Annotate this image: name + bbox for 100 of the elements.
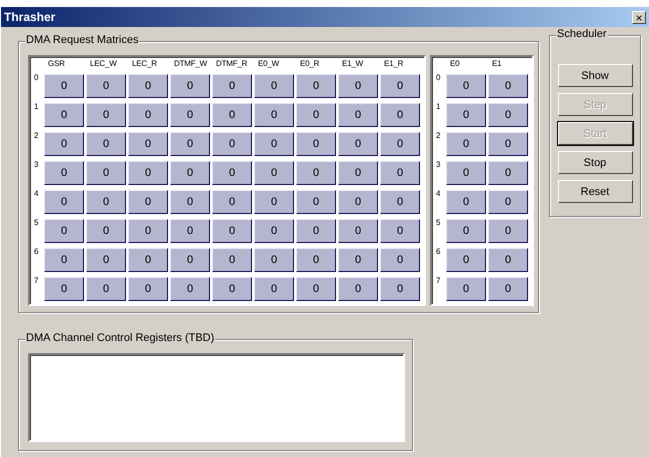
matrix-cell-button[interactable]: 0 [44, 74, 84, 98]
registers-text-area[interactable] [28, 353, 405, 442]
matrix-cell-button[interactable]: 0 [212, 190, 252, 214]
matrix-cell-button[interactable]: 0 [446, 190, 486, 214]
matrix-cell-button[interactable]: 0 [446, 74, 486, 98]
matrix-cell-button[interactable]: 0 [86, 248, 126, 272]
matrix-cell-button[interactable]: 0 [488, 219, 528, 243]
column-header: E0_W [257, 59, 280, 69]
matrix-cell-button[interactable]: 0 [254, 248, 294, 272]
matrix-cell-button[interactable]: 0 [446, 103, 486, 127]
matrix-cell-button[interactable]: 0 [44, 190, 84, 214]
matrix-cell-button[interactable]: 0 [338, 219, 378, 243]
matrix-cell-button[interactable]: 0 [254, 277, 294, 301]
matrix-cell-button[interactable]: 0 [128, 74, 168, 98]
matrix-cell-button[interactable]: 0 [488, 74, 528, 98]
matrix-cell-button[interactable]: 0 [254, 161, 294, 185]
matrix-cell-button[interactable]: 0 [170, 190, 210, 214]
matrix-cell-button[interactable]: 0 [212, 74, 252, 98]
matrix-cell-button[interactable]: 0 [44, 161, 84, 185]
matrix-cell-button[interactable]: 0 [44, 219, 84, 243]
matrix-cell-button[interactable]: 0 [488, 248, 528, 272]
matrix-cell-button[interactable]: 0 [128, 219, 168, 243]
matrix-cell-button[interactable]: 0 [212, 277, 252, 301]
matrix-cell-button[interactable]: 0 [212, 161, 252, 185]
matrix-cell-button[interactable]: 0 [296, 219, 336, 243]
matrix-cell-button[interactable]: 0 [170, 277, 210, 301]
matrix-cell-button[interactable]: 0 [338, 248, 378, 272]
matrix-cell-button[interactable]: 0 [86, 161, 126, 185]
matrix-cell-button[interactable]: 0 [488, 277, 528, 301]
close-button[interactable]: × [632, 10, 646, 24]
matrix-cell-button[interactable]: 0 [380, 277, 420, 301]
matrix-cell-button[interactable]: 0 [170, 248, 210, 272]
matrix-cell-button[interactable]: 0 [254, 190, 294, 214]
matrix-cell-button[interactable]: 0 [488, 103, 528, 127]
matrix-cell-button[interactable]: 0 [254, 103, 294, 127]
matrix-cell-button[interactable]: 0 [446, 277, 486, 301]
matrix-cell-button[interactable]: 0 [128, 277, 168, 301]
row-label: 4 [34, 190, 40, 198]
scheduler-button[interactable]: Show [558, 64, 632, 87]
matrix-cell-button[interactable]: 0 [44, 277, 84, 301]
matrix-cell-button[interactable]: 0 [338, 74, 378, 98]
window-title: Thrasher [4, 10, 56, 24]
matrix-cell-button[interactable]: 0 [86, 103, 126, 127]
matrix-cell-button[interactable]: 0 [446, 161, 486, 185]
matrix-cell-button[interactable]: 0 [380, 248, 420, 272]
matrix-cell-button[interactable]: 0 [380, 161, 420, 185]
row-label: 7 [436, 277, 442, 285]
matrix-cell-button[interactable]: 0 [488, 161, 528, 185]
matrix-cell-button[interactable]: 0 [170, 74, 210, 98]
matrix-cell-button[interactable]: 0 [446, 132, 486, 156]
column-header: E1_R [383, 59, 404, 69]
matrix-cell-button[interactable]: 0 [86, 190, 126, 214]
matrix-cell-button[interactable]: 0 [296, 190, 336, 214]
matrix-cell-button[interactable]: 0 [170, 103, 210, 127]
scheduler-button[interactable]: Reset [558, 180, 632, 203]
matrix-cell-button[interactable]: 0 [296, 132, 336, 156]
matrix-cell-button[interactable]: 0 [296, 74, 336, 98]
matrix-cell-button[interactable]: 0 [254, 74, 294, 98]
matrix-cell-button[interactable]: 0 [296, 248, 336, 272]
matrix-cell-button[interactable]: 0 [128, 103, 168, 127]
matrix-cell-button[interactable]: 0 [44, 103, 84, 127]
scheduler-button[interactable]: Stop [558, 151, 632, 174]
row-label: 6 [436, 248, 442, 256]
matrix-cell-button[interactable]: 0 [338, 277, 378, 301]
matrix-cell-button[interactable]: 0 [212, 248, 252, 272]
matrix-cell-button[interactable]: 0 [296, 161, 336, 185]
matrix-cell-button[interactable]: 0 [338, 190, 378, 214]
matrix-cell-button[interactable]: 0 [128, 248, 168, 272]
matrix-cell-button[interactable]: 0 [86, 74, 126, 98]
matrix-cell-button[interactable]: 0 [128, 132, 168, 156]
matrix-cell-button[interactable]: 0 [338, 132, 378, 156]
matrix-cell-button[interactable]: 0 [254, 132, 294, 156]
matrix-cell-button[interactable]: 0 [212, 132, 252, 156]
matrix-cell-button[interactable]: 0 [338, 103, 378, 127]
matrix-cell-button[interactable]: 0 [212, 103, 252, 127]
matrix-cell-button[interactable]: 0 [170, 219, 210, 243]
matrix-cell-button[interactable]: 0 [44, 248, 84, 272]
matrix-cell-button[interactable]: 0 [170, 132, 210, 156]
matrix-cell-button[interactable]: 0 [296, 277, 336, 301]
matrix-cell-button[interactable]: 0 [212, 219, 252, 243]
matrix-cell-button[interactable]: 0 [296, 103, 336, 127]
matrix-cell-button[interactable]: 0 [128, 161, 168, 185]
matrix-cell-button[interactable]: 0 [380, 219, 420, 243]
matrix-cell-button[interactable]: 0 [86, 219, 126, 243]
matrix-cell-button[interactable]: 0 [86, 277, 126, 301]
matrix-cell-button[interactable]: 0 [380, 132, 420, 156]
matrix-cell-button[interactable]: 0 [380, 190, 420, 214]
matrix-cell-button[interactable]: 0 [380, 103, 420, 127]
row-label: 1 [34, 103, 40, 111]
matrix-cell-button[interactable]: 0 [254, 219, 294, 243]
matrix-cell-button[interactable]: 0 [446, 219, 486, 243]
matrix-cell-button[interactable]: 0 [488, 190, 528, 214]
matrix-cell-button[interactable]: 0 [170, 161, 210, 185]
matrix-cell-button[interactable]: 0 [86, 132, 126, 156]
matrix-cell-button[interactable]: 0 [446, 248, 486, 272]
matrix-cell-button[interactable]: 0 [128, 190, 168, 214]
matrix-cell-button[interactable]: 0 [338, 161, 378, 185]
matrix-cell-button[interactable]: 0 [44, 132, 84, 156]
matrix-cell-button[interactable]: 0 [380, 74, 420, 98]
matrix-cell-button[interactable]: 0 [488, 132, 528, 156]
